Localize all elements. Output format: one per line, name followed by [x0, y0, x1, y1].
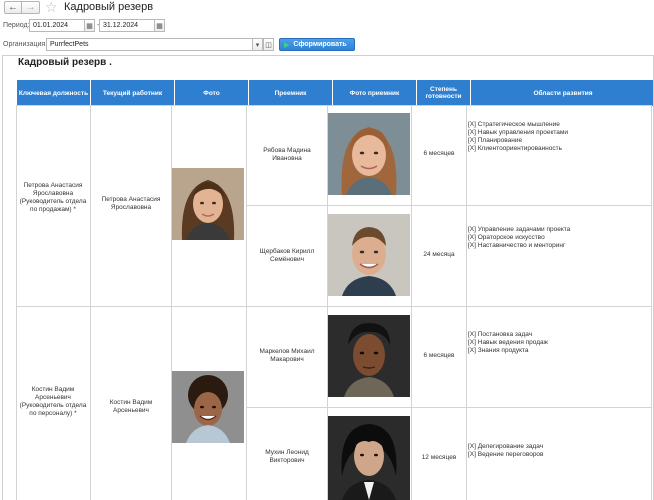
grid-line	[16, 105, 17, 500]
dropdown-icon[interactable]: ▾	[252, 38, 263, 51]
employee-photo	[172, 168, 244, 240]
title-bar: ← → ☆ Кадровый резерв	[0, 0, 654, 16]
employee-photo	[172, 371, 244, 443]
column-header: Фото приемник	[333, 80, 417, 106]
development-area-item: [X] Ораторское искусство	[468, 234, 545, 241]
current-employee-cell: Петрова Анастасия Ярославовна	[101, 196, 161, 211]
calendar-icon[interactable]: ▦	[154, 19, 165, 32]
grid-line	[246, 105, 247, 500]
grid-line	[651, 105, 652, 500]
development-areas-cell: [X] Постановка задач [X] Навык ведения п…	[468, 331, 648, 355]
grid-line	[246, 205, 652, 206]
date-from-input[interactable]: 01.01.2024	[29, 19, 85, 32]
grid-line	[16, 105, 652, 106]
favorite-star-icon[interactable]: ☆	[45, 0, 58, 16]
organization-input[interactable]: PurrfectPets	[46, 38, 253, 51]
development-area-item: [X] Стратегическое мышление	[468, 121, 560, 128]
development-area-item: [X] Ведение переговоров	[468, 451, 544, 458]
grid-line	[411, 105, 412, 500]
back-arrow-icon[interactable]: ←	[4, 1, 22, 14]
key-position-cell: Костин Вадим Арсеньевич (Руководитель от…	[19, 386, 87, 417]
report-title: Кадровый резерв .	[18, 57, 112, 68]
development-area-item: [X] Постановка задач	[468, 331, 533, 338]
open-link-icon[interactable]: ◫	[263, 38, 274, 51]
grid-line	[246, 407, 652, 408]
report-table-header: Ключевая должность Текущий работник Фото…	[17, 80, 653, 106]
development-area-item: [X] Планирование	[468, 137, 523, 144]
generate-button-label: Сформировать	[293, 41, 347, 48]
readiness-cell: 24 месяца	[423, 251, 455, 258]
column-header: Текущий работник	[91, 80, 175, 106]
successor-name-cell: Щербаков Кирилл Семёнович	[259, 248, 315, 263]
calendar-icon[interactable]: ▦	[84, 19, 95, 32]
grid-line	[16, 306, 652, 307]
development-areas-cell: [X] Управление задачами проекта [X] Орат…	[468, 226, 648, 250]
key-position-cell: Петрова Анастасия Ярославовна (Руководит…	[19, 182, 87, 213]
development-area-item: [X] Навык управления проектами	[468, 129, 568, 136]
column-header: Области развития	[533, 89, 593, 97]
date-to-input[interactable]: 31.12.2024	[99, 19, 155, 32]
successor-photo	[328, 214, 410, 296]
successor-photo	[328, 315, 410, 397]
successor-name-cell: Маркелов Михаил Макарович	[259, 348, 315, 363]
development-area-item: [X] Наставничество и менторинг	[468, 242, 566, 249]
column-header: Степень готовности	[417, 80, 471, 106]
readiness-cell: 12 месяцев	[421, 454, 457, 461]
column-header: Преемник	[249, 80, 333, 106]
readiness-cell: 6 месяцев	[423, 150, 455, 157]
column-header: Ключевая должность	[17, 80, 91, 106]
period-label: Период:	[3, 22, 30, 29]
current-employee-cell: Костин Вадим Арсеньевич	[109, 399, 153, 414]
column-header: Фото	[175, 80, 249, 106]
organization-label: Организация:	[3, 41, 48, 48]
successor-name-cell: Рябова Мадина Ивановна	[263, 147, 311, 162]
successor-name-cell: Мухин Леонид Викторович	[265, 449, 309, 464]
page-title: Кадровый резерв	[64, 1, 154, 13]
development-areas-cell: [X] Делегирование задач [X] Ведение пере…	[468, 443, 648, 459]
generate-button[interactable]: ▶ Сформировать	[279, 38, 355, 51]
development-area-item: [X] Делегирование задач	[468, 443, 544, 450]
development-area-item: [X] Знания продукта	[468, 347, 529, 354]
readiness-cell: 6 месяцев	[423, 352, 455, 359]
grid-line	[90, 105, 91, 500]
successor-photo	[328, 113, 410, 195]
play-icon: ▶	[284, 41, 290, 49]
development-area-item: [X] Клиентоориентированность	[468, 145, 562, 152]
successor-photo	[328, 416, 410, 500]
forward-arrow-icon[interactable]: →	[22, 1, 40, 14]
development-area-item: [X] Управление задачами проекта	[468, 226, 571, 233]
development-area-item: [X] Навык ведения продаж	[468, 339, 549, 346]
grid-line	[466, 105, 467, 500]
development-areas-cell: [X] Стратегическое мышление [X] Навык уп…	[468, 121, 648, 153]
